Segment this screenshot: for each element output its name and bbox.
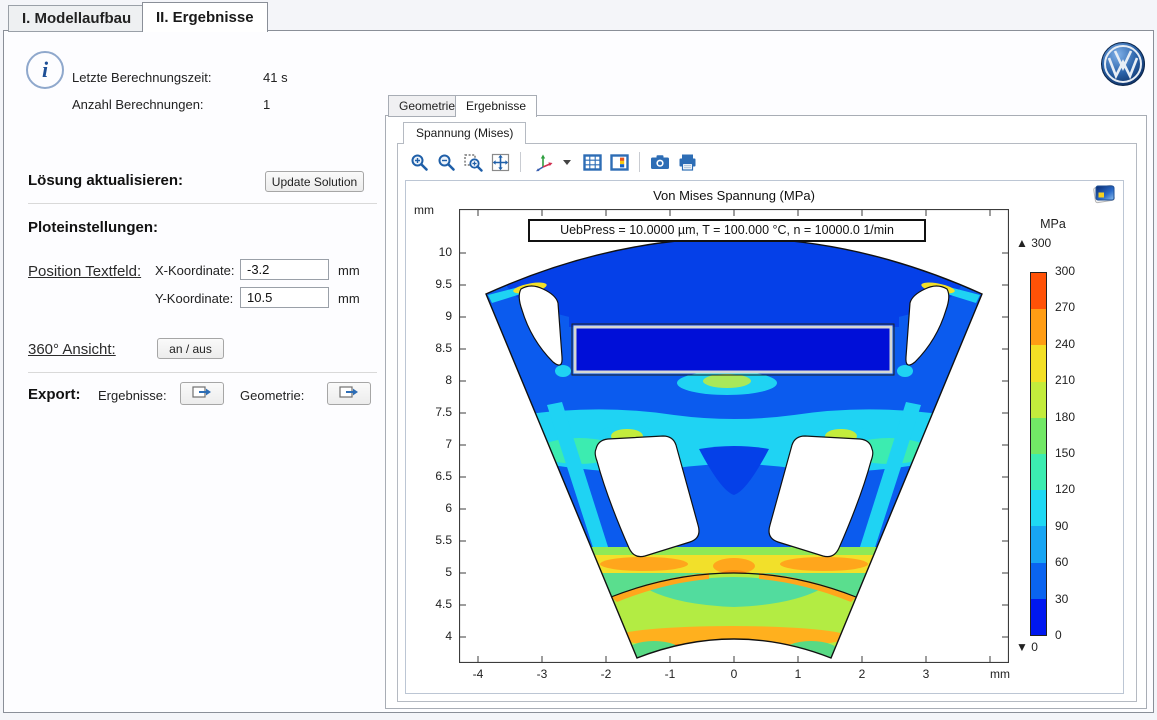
text-position-label: Position Textfeld: <box>28 263 141 280</box>
plot-annotation: UebPress = 10.0000 µm, T = 100.000 °C, n… <box>528 219 926 242</box>
x-coordinate-label: X-Koordinate: <box>155 263 235 278</box>
zoom-extents-icon[interactable] <box>488 150 512 174</box>
view-orientation-icon[interactable] <box>529 150 559 174</box>
colorbar-tick: 120 <box>1055 482 1075 496</box>
y-tick: 10 <box>408 245 452 259</box>
view-360-toggle-button[interactable]: an / aus <box>157 338 224 359</box>
colorbar-min-marker: ▼ 0 <box>1016 640 1038 654</box>
y-tick: 8 <box>408 373 452 387</box>
colorbar-gradient <box>1030 272 1047 636</box>
y-tick: 8.5 <box>408 341 452 355</box>
zoom-out-icon[interactable] <box>434 150 458 174</box>
plot-window-icon <box>1092 183 1118 210</box>
colorbar-unit: MPa <box>1018 217 1088 231</box>
von-mises-contour-plot[interactable] <box>459 209 1009 663</box>
colorbar-max-marker: ▲ 300 <box>1016 236 1051 250</box>
colorbar-tick: 0 <box>1055 628 1062 642</box>
export-geometry-label: Geometrie: <box>240 388 304 403</box>
x-tick: -4 <box>458 667 498 681</box>
colorbar-tick: 300 <box>1055 264 1075 278</box>
export-results-label: Ergebnisse: <box>98 388 167 403</box>
last-computation-value: 41 s <box>263 70 288 85</box>
plot-settings-heading: Ploteinstellungen: <box>28 219 158 236</box>
y-tick: 7 <box>408 437 452 451</box>
print-icon[interactable] <box>675 150 699 174</box>
export-geometry-button[interactable] <box>327 382 371 405</box>
y-coordinate-label: Y-Koordinate: <box>155 291 233 306</box>
y-coordinate-input[interactable] <box>240 287 329 308</box>
colorbar-tick: 240 <box>1055 337 1075 351</box>
export-results-button[interactable] <box>180 382 224 405</box>
last-computation-label: Letzte Berechnungszeit: <box>72 70 211 85</box>
colorbar-tick: 90 <box>1055 519 1068 533</box>
x-tick: 0 <box>714 667 754 681</box>
zoom-box-icon[interactable] <box>461 150 485 174</box>
chevron-down-icon[interactable] <box>563 160 571 165</box>
divider <box>28 372 377 373</box>
view-360-label: 360° Ansicht: <box>28 341 116 358</box>
volkswagen-logo <box>1100 41 1146 87</box>
colorbar-tick: 60 <box>1055 555 1068 569</box>
x-tick: 2 <box>842 667 882 681</box>
plot-title: Von Mises Spannung (MPa) <box>459 188 1009 203</box>
y-axis-unit: mm <box>414 203 434 217</box>
tab-ergebnisse-inner[interactable]: Ergebnisse <box>455 95 537 117</box>
y-tick: 6 <box>408 501 452 515</box>
colorbar-tick: 180 <box>1055 410 1075 424</box>
x-tick: -3 <box>522 667 562 681</box>
y-tick: 4 <box>408 629 452 643</box>
computation-count-value: 1 <box>263 97 270 112</box>
show-legend-icon[interactable] <box>607 150 631 174</box>
export-icon <box>339 384 359 400</box>
y-tick: 5 <box>408 565 452 579</box>
x-coordinate-input[interactable] <box>240 259 329 280</box>
toolbar-separator <box>520 152 521 172</box>
export-icon <box>192 384 212 400</box>
colorbar-tick: 150 <box>1055 446 1075 460</box>
export-heading: Export: <box>28 386 81 403</box>
x-axis-unit: mm <box>980 667 1020 681</box>
tab-modellaufbau[interactable]: I. Modellaufbau <box>8 5 145 32</box>
zoom-in-icon[interactable] <box>407 150 431 174</box>
y-tick: 7.5 <box>408 405 452 419</box>
computation-count-label: Anzahl Berechnungen: <box>72 97 204 112</box>
plot-graphics-area[interactable]: Von Mises Spannung (MPa) <box>405 180 1124 694</box>
y-tick: 5.5 <box>408 533 452 547</box>
colorbar-tick: 210 <box>1055 373 1075 387</box>
plot-toolbar <box>407 149 699 175</box>
update-solution-label: Lösung aktualisieren: <box>28 172 183 189</box>
y-tick: 4.5 <box>408 597 452 611</box>
x-tick: -1 <box>650 667 690 681</box>
info-icon: i <box>26 51 64 89</box>
tab-spannung-mises[interactable]: Spannung (Mises) <box>403 122 526 144</box>
colorbar-tick: 270 <box>1055 300 1075 314</box>
y-tick: 9 <box>408 309 452 323</box>
y-unit-label: mm <box>338 291 360 306</box>
y-tick: 9.5 <box>408 277 452 291</box>
toolbar-separator <box>639 152 640 172</box>
update-solution-button[interactable]: Update Solution <box>265 171 364 192</box>
snapshot-icon[interactable] <box>648 150 672 174</box>
x-tick: 3 <box>906 667 946 681</box>
colorbar-tick: 30 <box>1055 592 1068 606</box>
divider <box>28 203 377 204</box>
y-tick: 6.5 <box>408 469 452 483</box>
show-grid-icon[interactable] <box>580 150 604 174</box>
x-unit-label: mm <box>338 263 360 278</box>
tab-ergebnisse[interactable]: II. Ergebnisse <box>142 2 268 32</box>
x-tick: 1 <box>778 667 818 681</box>
x-tick: -2 <box>586 667 626 681</box>
